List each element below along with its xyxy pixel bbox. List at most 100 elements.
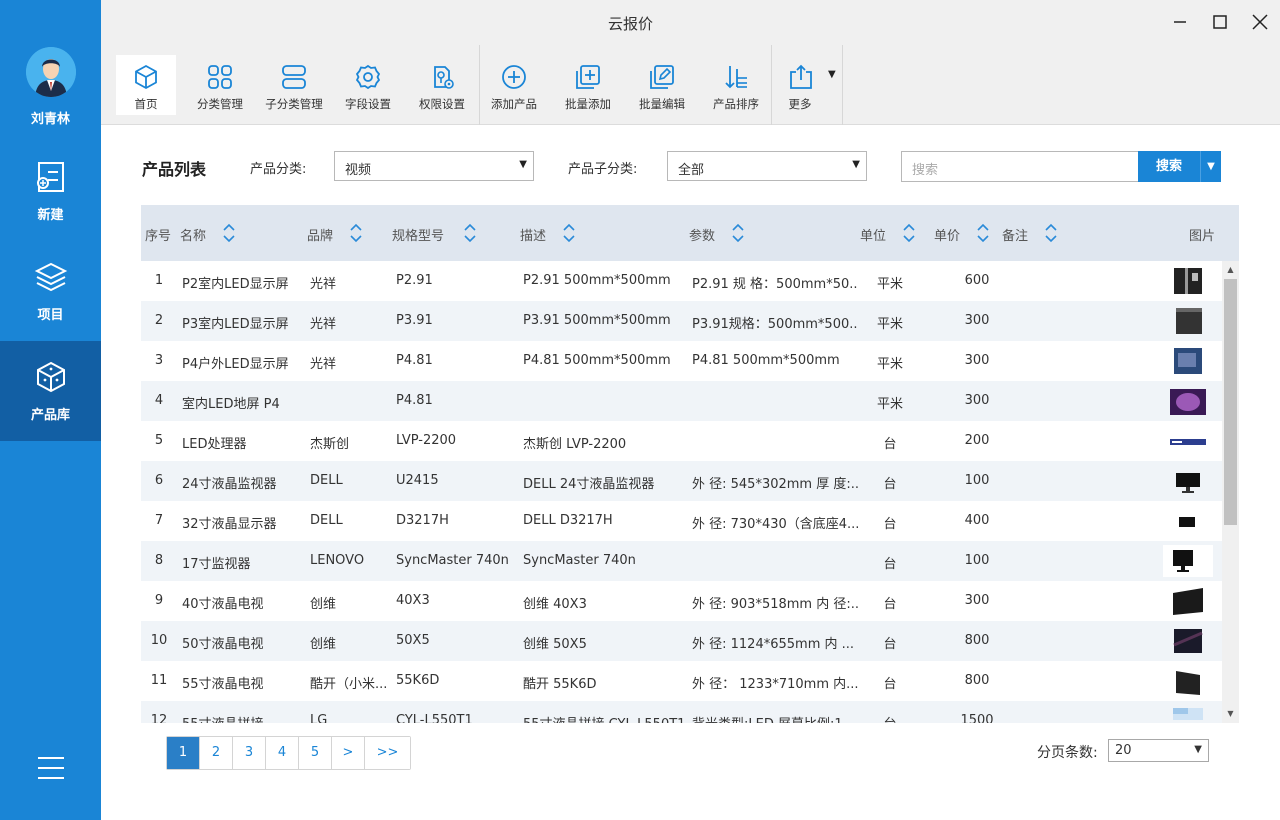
sort-toggle-icon[interactable] [222,223,236,243]
product-thumbnail[interactable] [1168,705,1208,723]
category-select[interactable]: 视频 ▼ [334,151,534,181]
product-thumbnail[interactable] [1168,585,1208,617]
search-dropdown-button[interactable]: ▼ [1200,151,1221,182]
toolbar-category-button[interactable]: 分类管理 [185,55,255,115]
cell-price: 800 [964,633,990,648]
sort-toggle-icon[interactable] [463,223,477,243]
page-size-select[interactable]: 20 ▼ [1108,739,1209,762]
product-thumbnail[interactable] [1168,465,1208,497]
toolbar-permission-button[interactable]: 权限设置 [407,55,477,115]
chevron-down-icon: ▼ [852,159,860,170]
cell-model: D3217H [396,513,449,528]
cell-model: 55K6D [396,673,440,688]
sort-toggle-icon[interactable] [976,223,990,243]
product-thumbnail[interactable] [1168,345,1208,377]
page-button[interactable]: 1 [167,737,200,769]
cell-unit: 台 [883,557,897,572]
cell-description: P3.91 500mm*500mm [523,313,671,328]
table-row[interactable]: 10 50寸液晶电视 创维 50X5 创维 50X5 外 径: 1124*655mm 内 … [141,621,1222,661]
cell-brand: DELL [310,473,343,488]
avatar[interactable] [26,47,76,97]
table-row[interactable]: 11 55寸液晶电视 酷开（小米... 55K6D 酷开 55K6D 外 径： 1233*… [141,661,1222,701]
sidebar-item-project[interactable]: 项目 [0,241,101,341]
scroll-down-icon[interactable]: ▼ [1222,707,1239,721]
cell-name: 50寸液晶电视 [182,637,264,652]
minimize-icon[interactable] [1166,8,1194,36]
table-row[interactable]: 7 32寸液晶显示器 DELL D3217H DELL D3217H 外 径: 730*4… [141,501,1222,541]
toolbar-subcategory-button[interactable]: 子分类管理 [259,55,329,115]
batch-edit-icon [650,65,674,89]
cell-params: 外 径: 903*518mm 内 径:... [692,597,858,612]
search-input[interactable]: 搜索 [901,151,1139,182]
cell-name: P2室内LED显示屏 [182,277,289,292]
cell-unit: 台 [883,597,897,612]
table-row[interactable]: 6 24寸液晶监视器 DELL U2415 DELL 24寸液晶监视器 外 径: 545*… [141,461,1222,501]
next-page-button[interactable]: > [332,737,365,769]
column-header-unit[interactable]: 单位 [860,225,886,244]
column-header-name[interactable]: 名称 [180,225,206,244]
sidebar-item-label: 项目 [37,308,64,323]
scrollbar-thumb[interactable] [1224,279,1237,525]
product-thumbnail[interactable] [1168,265,1208,297]
cell-description: 55寸液晶拼接 CYL-L550T1 [523,713,683,723]
column-header-description[interactable]: 描述 [520,225,546,244]
table-row[interactable]: 8 17寸监视器 LENOVO SyncMaster 740n SyncMaster 7… [141,541,1222,581]
toolbar-add-product-button[interactable]: 添加产品 [479,55,549,115]
sort-toggle-icon[interactable] [349,223,363,243]
cell-index: 3 [154,353,164,368]
table-row[interactable]: 5 LED处理器 杰斯创 LVP-2200 杰斯创 LVP-2200 台 200 [141,421,1222,461]
cell-unit: 台 [883,677,897,692]
column-header-model[interactable]: 规格型号 [392,225,444,244]
toolbar-batch-edit-button[interactable]: 批量编辑 [627,55,697,115]
toolbar-product-sort-button[interactable]: 产品排序 [701,55,771,115]
table-row[interactable]: 1 P2室内LED显示屏 光祥 P2.91 P2.91 500mm*500mm P2.91… [141,261,1222,301]
toolbar-home-button[interactable]: 首页 [116,55,176,115]
last-page-button[interactable]: >> [365,737,410,769]
cell-description: P2.91 500mm*500mm [523,273,671,288]
sidebar-item-new[interactable]: 新建 [0,141,101,241]
column-header-note[interactable]: 备注 [1002,225,1028,244]
product-thumbnail[interactable] [1168,665,1208,697]
product-thumbnail[interactable] [1168,425,1208,457]
table-scrollbar[interactable]: ▲ ▼ [1222,261,1239,723]
sort-toggle-icon[interactable] [902,223,916,243]
product-thumbnail[interactable] [1163,545,1213,577]
table-row[interactable]: 12 55寸液晶拼接 LG CYL-L550T1 55寸液晶拼接 CYL-L550T1 背… [141,701,1222,723]
chevron-down-icon: ▼ [519,159,527,170]
page-button[interactable]: 4 [266,737,299,769]
menu-icon[interactable] [38,757,64,781]
search-button[interactable]: 搜索 [1138,151,1200,182]
cell-name: 55寸液晶拼接 [182,713,302,723]
cell-price: 300 [964,393,990,408]
column-header-brand[interactable]: 品牌 [307,225,333,244]
toolbar-batch-add-button[interactable]: 批量添加 [553,55,623,115]
maximize-icon[interactable] [1206,8,1234,36]
sort-toggle-icon[interactable] [1044,223,1058,243]
cell-name: 32寸液晶显示器 [182,517,277,532]
cell-unit: 台 [883,517,897,532]
subcategory-select[interactable]: 全部 ▼ [667,151,867,181]
table-row[interactable]: 9 40寸液晶电视 创维 40X3 创维 40X3 外 径: 903*518mm 内 径:… [141,581,1222,621]
product-thumbnail[interactable] [1168,505,1208,537]
product-thumbnail[interactable] [1168,305,1208,337]
page-button[interactable]: 3 [233,737,266,769]
table-row[interactable]: 3 P4户外LED显示屏 光祥 P4.81 P4.81 500mm*500mm P4.81… [141,341,1222,381]
page-button[interactable]: 2 [200,737,233,769]
grid-icon [208,65,232,89]
column-header-price[interactable]: 单价 [934,225,960,244]
column-header-params[interactable]: 参数 [689,225,715,244]
product-thumbnail[interactable] [1168,385,1208,417]
cell-price: 300 [964,353,990,368]
user-profile[interactable]: 刘青林 [0,0,101,140]
sidebar-item-product-library[interactable]: 产品库 [0,341,101,441]
toolbar-more-button[interactable]: ▼ 更多 [772,55,842,115]
sort-toggle-icon[interactable] [562,223,576,243]
scroll-up-icon[interactable]: ▲ [1222,263,1239,277]
product-thumbnail[interactable] [1168,625,1208,657]
toolbar-field-settings-button[interactable]: 字段设置 [333,55,403,115]
table-row[interactable]: 4 室内LED地屏 P4 P4.81 平米 300 [141,381,1222,421]
close-icon[interactable] [1246,8,1274,36]
page-button[interactable]: 5 [299,737,332,769]
sort-toggle-icon[interactable] [731,223,745,243]
table-row[interactable]: 2 P3室内LED显示屏 光祥 P3.91 P3.91 500mm*500mm P3.91… [141,301,1222,341]
